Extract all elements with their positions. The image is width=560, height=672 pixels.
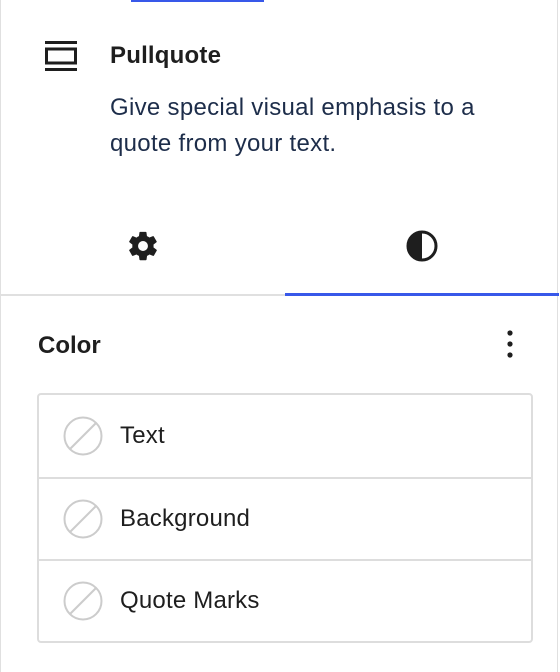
color-item-background[interactable]: Background — [39, 477, 531, 559]
half-circle-contrast-icon — [405, 229, 439, 268]
vertical-ellipsis-icon — [506, 329, 514, 364]
top-tab-indicator — [131, 0, 264, 2]
color-item-label: Background — [120, 505, 251, 532]
color-section-title: Color — [38, 332, 101, 359]
inspector-tabs — [1, 202, 559, 296]
gear-icon — [126, 229, 160, 268]
block-title: Pullquote — [110, 42, 222, 69]
empty-color-swatch-icon — [63, 416, 103, 456]
block-description: Give special visual emphasis to a quote … — [110, 94, 475, 157]
tab-styles[interactable] — [285, 202, 559, 296]
pullquote-icon — [43, 38, 79, 74]
color-settings-list: Text Background Quote Marks — [37, 393, 533, 643]
color-item-quote-marks[interactable]: Quote Marks — [39, 559, 531, 641]
empty-color-swatch-icon — [63, 581, 103, 621]
color-item-label: Text — [120, 422, 165, 449]
empty-color-swatch-icon — [63, 499, 103, 539]
color-item-label: Quote Marks — [120, 587, 260, 614]
block-inspector-panel: Pullquote Give special visual emphasis t… — [0, 0, 559, 672]
active-tab-indicator — [285, 293, 559, 296]
color-item-text[interactable]: Text — [39, 395, 531, 477]
color-options-button[interactable] — [495, 326, 525, 366]
tab-settings[interactable] — [1, 202, 285, 294]
